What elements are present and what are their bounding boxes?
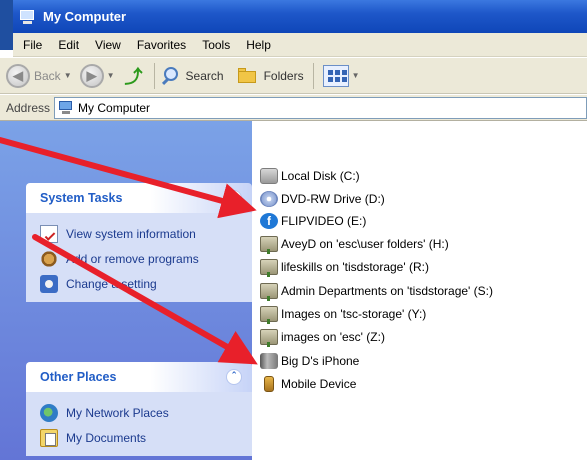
mobile-device-icon xyxy=(264,376,274,392)
file-label: Big D's iPhone xyxy=(281,354,360,368)
control-panel-icon xyxy=(40,274,58,293)
task-change-setting[interactable]: Change a setting xyxy=(40,271,252,296)
task-label: Add or remove programs xyxy=(66,251,199,266)
back-button[interactable]: ◀ Back ▼ xyxy=(6,63,76,88)
menu-view[interactable]: View xyxy=(87,38,129,52)
file-label: DVD-RW Drive (D:) xyxy=(281,192,385,206)
drive-lifeskills-r[interactable]: lifeskills on 'tisdstorage' (R:) xyxy=(260,257,429,277)
system-tasks-header[interactable]: System Tasks ˆ xyxy=(26,183,252,213)
file-label: images on 'esc' (Z:) xyxy=(281,330,385,344)
chevron-down-icon[interactable]: ▼ xyxy=(107,71,115,80)
menu-bar: File Edit View Favorites Tools Help xyxy=(13,33,587,57)
iphone-icon xyxy=(260,353,278,369)
up-folder-button[interactable]: ⤴ xyxy=(123,64,145,88)
task-label: Change a setting xyxy=(66,276,157,291)
system-tasks-panel: System Tasks ˆ View system information A… xyxy=(26,183,252,302)
other-places-title: Other Places xyxy=(40,370,117,384)
forward-button[interactable]: ▶ ▼ xyxy=(79,63,119,88)
drive-dvd-rw-d[interactable]: DVD-RW Drive (D:) xyxy=(260,189,385,209)
menu-file[interactable]: File xyxy=(13,38,50,52)
network-drive-icon xyxy=(260,329,278,347)
drive-images-y[interactable]: Images on 'tsc-storage' (Y:) xyxy=(260,304,426,324)
address-bar: Address My Computer xyxy=(0,95,587,121)
address-input[interactable]: My Computer xyxy=(54,96,587,119)
task-pane: System Tasks ˆ View system information A… xyxy=(0,121,252,460)
file-label: AveyD on 'esc\user folders' (H:) xyxy=(281,237,449,251)
file-label: Admin Departments on 'tisdstorage' (S:) xyxy=(281,284,494,298)
my-documents-icon xyxy=(40,428,58,447)
back-label: Back xyxy=(34,68,61,83)
window-title: My Computer xyxy=(43,9,127,24)
drive-flipvideo-e[interactable]: f FLIPVIDEO (E:) xyxy=(260,211,366,231)
chevron-down-icon[interactable]: ▼ xyxy=(352,71,360,80)
hard-disk-icon xyxy=(260,168,278,184)
drive-aveyd-h[interactable]: AveyD on 'esc\user folders' (H:) xyxy=(260,234,449,254)
menu-edit[interactable]: Edit xyxy=(50,38,87,52)
search-button[interactable]: Search xyxy=(160,65,224,87)
toolbar: ◀ Back ▼ ▶ ▼ ⤴ Search Folders ▼ xyxy=(0,58,587,94)
address-label: Address xyxy=(6,100,51,115)
task-view-system-information[interactable]: View system information xyxy=(40,221,252,246)
back-arrow-icon: ◀ xyxy=(6,63,30,88)
menu-tools[interactable]: Tools xyxy=(194,38,238,52)
views-button[interactable]: ▼ xyxy=(319,64,364,87)
device-big-ds-iphone[interactable]: Big D's iPhone xyxy=(260,351,359,371)
chevron-down-icon[interactable]: ▼ xyxy=(64,71,72,80)
up-arrow-icon: ⤴ xyxy=(124,66,143,87)
network-drive-icon xyxy=(260,259,278,277)
network-places-icon xyxy=(40,403,58,422)
place-label: My Documents xyxy=(66,430,147,445)
dvd-drive-icon xyxy=(260,191,278,207)
add-remove-programs-icon xyxy=(40,249,58,268)
collapse-chevron-icon[interactable]: ˆ xyxy=(226,369,242,385)
menu-help[interactable]: Help xyxy=(238,38,279,52)
file-list: Local Disk (C:) DVD-RW Drive (D:) f FLIP… xyxy=(252,121,587,460)
file-label: Mobile Device xyxy=(281,377,357,391)
desktop-edge xyxy=(0,0,13,50)
search-icon xyxy=(160,65,182,87)
other-places-panel: Other Places ˆ My Network Places My Docu… xyxy=(26,362,252,456)
views-icon xyxy=(322,64,349,87)
network-drive-icon xyxy=(260,306,278,324)
file-label: lifeskills on 'tisdstorage' (R:) xyxy=(281,260,429,274)
other-places-header[interactable]: Other Places ˆ xyxy=(26,362,252,392)
folders-label: Folders xyxy=(263,68,304,83)
place-my-network-places[interactable]: My Network Places xyxy=(40,400,252,425)
task-label: View system information xyxy=(66,226,196,241)
my-computer-icon xyxy=(58,100,74,116)
search-label: Search xyxy=(185,68,224,83)
toolbar-separator xyxy=(153,62,155,89)
file-label: FLIPVIDEO (E:) xyxy=(281,214,367,228)
address-value: My Computer xyxy=(78,100,151,115)
other-places-body: My Network Places My Documents xyxy=(26,392,252,456)
task-add-remove-programs[interactable]: Add or remove programs xyxy=(40,246,252,271)
flipvideo-icon: f xyxy=(260,213,278,229)
folders-button[interactable]: Folders xyxy=(236,66,304,86)
toolbar-separator xyxy=(312,62,314,89)
place-my-documents[interactable]: My Documents xyxy=(40,425,252,450)
file-label: Images on 'tsc-storage' (Y:) xyxy=(281,307,427,321)
drive-admin-departments-s[interactable]: Admin Departments on 'tisdstorage' (S:) xyxy=(260,281,493,301)
folders-icon xyxy=(236,66,260,86)
file-label: Local Disk (C:) xyxy=(281,169,360,183)
place-label: My Network Places xyxy=(66,405,169,420)
network-drive-icon xyxy=(260,236,278,254)
device-mobile-device[interactable]: Mobile Device xyxy=(260,374,356,394)
menu-favorites[interactable]: Favorites xyxy=(129,38,194,52)
system-tasks-body: View system information Add or remove pr… xyxy=(26,213,252,302)
system-info-icon xyxy=(40,224,58,243)
system-tasks-title: System Tasks xyxy=(40,191,123,205)
my-computer-icon xyxy=(19,9,37,25)
title-bar[interactable]: My Computer xyxy=(13,0,587,33)
forward-arrow-icon: ▶ xyxy=(79,63,104,88)
collapse-chevron-icon[interactable]: ˆ xyxy=(226,190,242,206)
drive-local-disk-c[interactable]: Local Disk (C:) xyxy=(260,166,360,186)
drive-images-z[interactable]: images on 'esc' (Z:) xyxy=(260,327,385,347)
network-drive-icon xyxy=(260,283,278,301)
